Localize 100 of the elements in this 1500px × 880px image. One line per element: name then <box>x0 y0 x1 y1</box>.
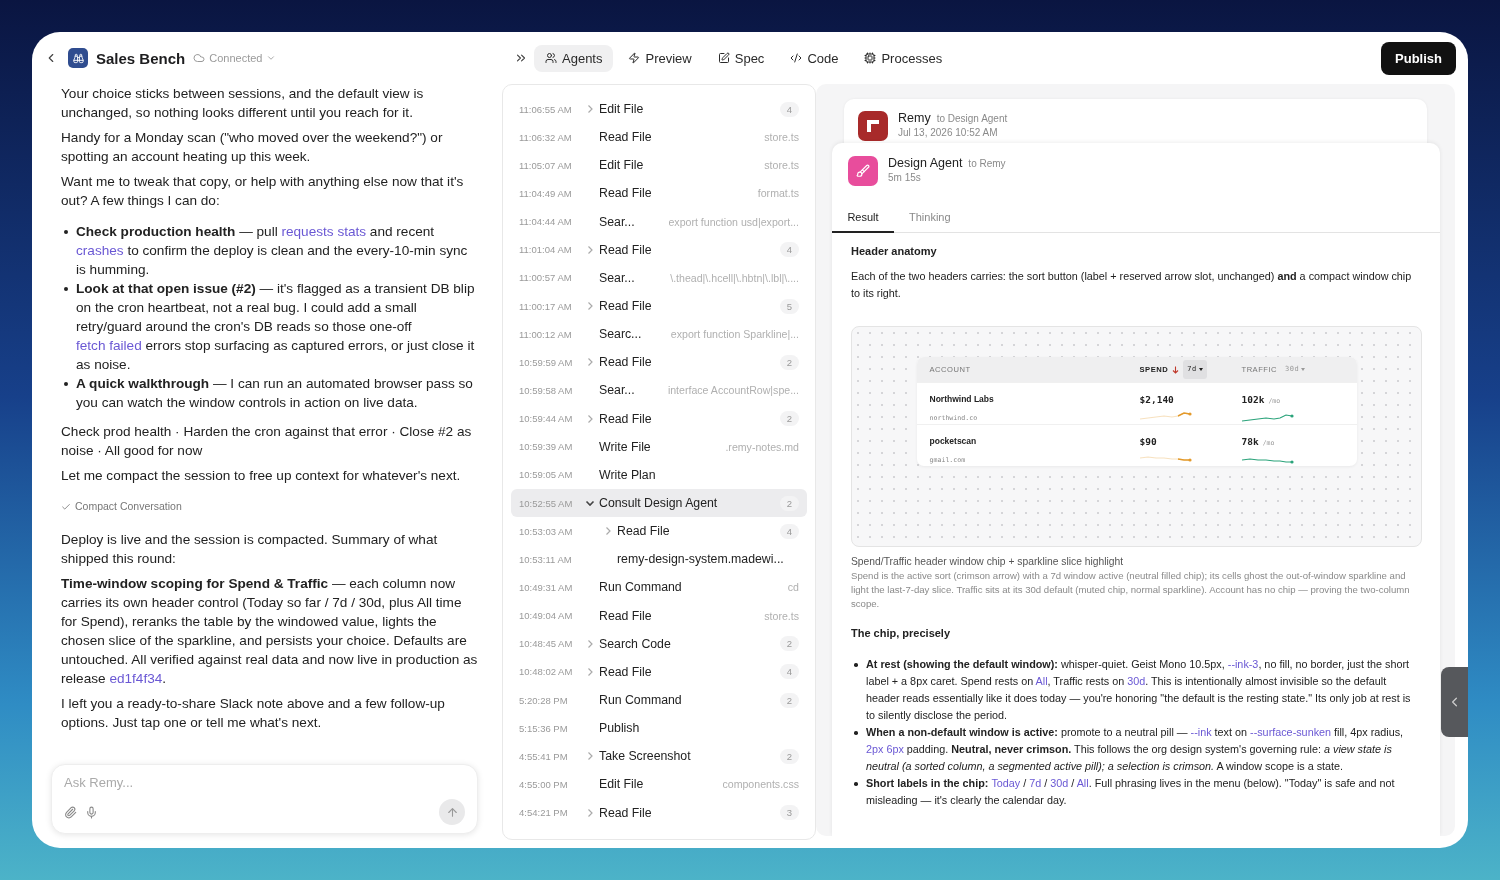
tab[interactable]: Preview <box>617 44 703 72</box>
count-badge: 2 <box>779 411 799 427</box>
link[interactable]: crashes <box>76 243 124 258</box>
chevron-down-icon <box>266 53 277 63</box>
message-text: I left you a ready-to-share Slack note above and a few follow-up options. Just tap one or tell me what's next. <box>61 695 446 732</box>
activity-row[interactable]: 11:04:44 AM Sear... export function usd|export... <box>511 207 807 236</box>
message-text: Deploy is live and the session is compacted. Summary of what shipped this round: <box>61 531 439 568</box>
tab[interactable]: Code <box>779 44 850 72</box>
cloud-icon <box>193 52 206 64</box>
recipient-text: to Design Agent <box>936 113 1008 124</box>
activity-row[interactable]: 10:49:31 AM Run Command cd <box>511 573 807 602</box>
caret-icon <box>1198 368 1203 371</box>
count-badge: 5 <box>779 298 799 314</box>
link[interactable]: Today <box>991 777 1021 789</box>
people-icon <box>545 52 557 64</box>
tab[interactable]: Result <box>832 204 894 233</box>
activity-row[interactable]: 11:06:55 AM Edit File 4 <box>511 95 807 124</box>
activity-row[interactable]: 10:49:04 AM Read File store.ts <box>511 601 807 630</box>
caption-text: Spend is the active sort (crimson arrow) with a 7d window active (neutral filled chip); its cells ghost the out-of-window sparkline and light the last-7-day slice. Traffic sits at its 30d default (muted chip, normal sparkline). Account has no chip — proving the two-column scope. <box>851 569 1411 611</box>
caret-icon[interactable] <box>585 498 595 509</box>
activity-row[interactable]: 4:55:41 PM Take Screenshot 2 <box>511 742 807 771</box>
bullet-item: A quick walkthrough — I can run an automated browser pass so you can watch the window controls in action on live data. <box>61 374 478 412</box>
link[interactable]: requests stats <box>281 224 367 239</box>
traffic-value: 78k <box>1241 435 1259 449</box>
count-badge: 4 <box>779 242 799 258</box>
bullet-item: Check production health — pull requests stats and recent crashes to confirm the deploy is clean and the every-10-min sync is humming. <box>61 222 478 279</box>
sparkline <box>1139 410 1192 422</box>
activity-row[interactable]: 11:00:12 AM Searc... export function Sparkline|... <box>511 320 807 349</box>
link[interactable]: All <box>1076 777 1089 789</box>
count-badge: 2 <box>779 748 799 764</box>
activity-row[interactable]: 11:05:07 AM Edit File store.ts <box>511 151 807 180</box>
bullet-item: When a non-default window is active: promote to a neutral pill — --ink text on --surface-sunken fill, 4px radius, 2px 6px padding. Neutral, never crimson. This follows the org design system's governing rule: a view state is neutral (a sorted column, a segmented active pill); a selection is crimson. A window scope is a state. <box>851 724 1422 775</box>
tab[interactable]: Thinking <box>894 204 956 233</box>
message-text: Time-window scoping for Spend & Traffic — each column now carries its own header control (Today so far / 7d / 30d, plus All time for Spend), reranks the table by the windowed value, lights the chosen slice of the sparkline, and persists your choice. Defaults are untouched. All verified against real data and now live in production as release ed1f4f34. <box>61 575 478 688</box>
link[interactable]: 7d <box>1029 777 1042 789</box>
duration-text: 5m 15s <box>888 172 922 183</box>
paperclip-icon[interactable] <box>64 805 77 819</box>
status-text: Connected <box>209 52 263 64</box>
activity-row[interactable]: 10:48:45 AM Search Code 2 <box>511 629 807 658</box>
body-text: Each of the two headers carries: the sort button (label + reserved arrow slot, unchanged) and a compact window chip to its right. <box>851 269 1413 301</box>
count-badge: 2 <box>779 495 799 511</box>
link[interactable]: fetch failed <box>76 338 142 353</box>
tab[interactable]: Processes <box>853 44 954 72</box>
project-title: Sales Bench <box>96 49 186 67</box>
activity-row[interactable]: 5:20:28 PM Run Command 2 <box>511 685 807 715</box>
message-text: Let me compact the session to free up context for whatever's next. <box>61 467 462 485</box>
spend-value: $90 <box>1139 435 1158 449</box>
activity-row[interactable]: 10:53:03 AM Read File 4 <box>511 517 807 546</box>
activity-row[interactable]: 10:59:58 AM Sear... interface AccountRow|spe... <box>511 376 807 405</box>
activity-row[interactable]: 11:00:17 AM Read File 5 <box>511 292 807 321</box>
caret-icon <box>1301 368 1306 371</box>
activity-row[interactable]: 11:00:57 AM Sear... \.thead|\.hcell|\.hbtn|\.lbl|\.... <box>511 263 807 292</box>
send-button[interactable] <box>439 799 465 825</box>
chip-icon <box>864 52 877 64</box>
bullet-item: At rest (showing the default window): whisper-quiet. Geist Mono 10.5px, --ink-3, no fill, no border, just the short label + a 8px caret. Spend rests on All, Traffic rests on 30d. This is intentionally almost invisible so the default header reads essentially like it does today — you're honoring "the default is the resting state." Its only job at rest is to silently disclose the period. <box>851 656 1422 724</box>
section-heading: The chip, precisely <box>851 626 952 641</box>
sender-name: Design Agent <box>888 156 963 170</box>
activity-row[interactable]: 11:06:32 AM Read File store.ts <box>511 123 807 152</box>
lightning-icon <box>628 52 641 64</box>
activity-row[interactable]: 10:59:44 AM Read File 2 <box>511 404 807 433</box>
arrow-up-icon <box>445 805 459 819</box>
count-badge: 4 <box>779 101 799 117</box>
activity-row[interactable]: 10:52:55 AM Consult Design Agent 2 <box>511 488 807 518</box>
count-badge: 3 <box>779 805 799 821</box>
timestamp: Jul 13, 2026 10:52 AM <box>898 127 999 138</box>
double-chevron-icon <box>514 51 528 65</box>
recipient-text: to Remy <box>968 158 1006 169</box>
link[interactable]: 2px 6px <box>866 743 904 755</box>
microphone-icon[interactable] <box>85 805 98 819</box>
link[interactable]: All <box>1035 675 1048 687</box>
bullet-item: Short labels in the chip: Today / 7d / 30d / All. Full phrasing lives in the menu (below). "Today" is safe and not misleading — it's clearly the calendar day. <box>851 775 1422 809</box>
check-icon <box>61 501 71 512</box>
publish-button[interactable]: Publish <box>1381 41 1456 75</box>
activity-row[interactable]: 11:01:04 AM Read File 4 <box>511 235 807 264</box>
activity-row[interactable]: 4:54:21 PM Read File 3 <box>511 798 807 827</box>
link[interactable]: --surface-sunken <box>1250 726 1332 738</box>
activity-row[interactable]: 10:59:05 AM Write Plan <box>511 460 807 489</box>
activity-row[interactable]: 4:55:00 PM Edit File components.css <box>511 770 807 799</box>
activity-row[interactable]: 10:59:59 AM Read File 2 <box>511 348 807 377</box>
collapse-handle[interactable] <box>1441 667 1468 737</box>
activity-row[interactable]: 5:15:36 PM Publish <box>511 714 807 743</box>
section-heading: Header anatomy <box>851 244 938 259</box>
account-name: pocketscan <box>929 435 978 448</box>
status-text: Compact Conversation <box>75 499 182 514</box>
link[interactable]: --ink <box>1190 726 1212 738</box>
count-badge: 4 <box>779 664 799 680</box>
activity-row[interactable]: 10:53:11 AM remy-design-system.madewi... <box>511 545 807 574</box>
message-text: Handy for a Monday scan ("who moved over the weekend?") or spotting an account heating up this week. <box>61 129 444 166</box>
sender-name: Remy <box>898 111 931 125</box>
tab[interactable]: Spec <box>706 44 776 72</box>
activity-row[interactable]: 11:04:49 AM Read File format.ts <box>511 179 807 208</box>
activity-row[interactable]: 10:59:39 AM Write File .remy-notes.md <box>511 432 807 461</box>
caption-title: Spend/Traffic header window chip + sparkline slice highlight <box>851 555 1125 569</box>
activity-row[interactable]: 10:48:02 AM Read File 4 <box>511 657 807 686</box>
link[interactable]: 30d <box>1050 777 1069 789</box>
brush-icon <box>856 164 870 178</box>
message-text: Want me to tweak that copy, or help with anything else now that it's out? A few things I can do: <box>61 173 465 210</box>
count-badge: 2 <box>779 692 799 708</box>
tab[interactable]: Agents <box>534 44 614 72</box>
count-badge: 2 <box>779 636 799 652</box>
